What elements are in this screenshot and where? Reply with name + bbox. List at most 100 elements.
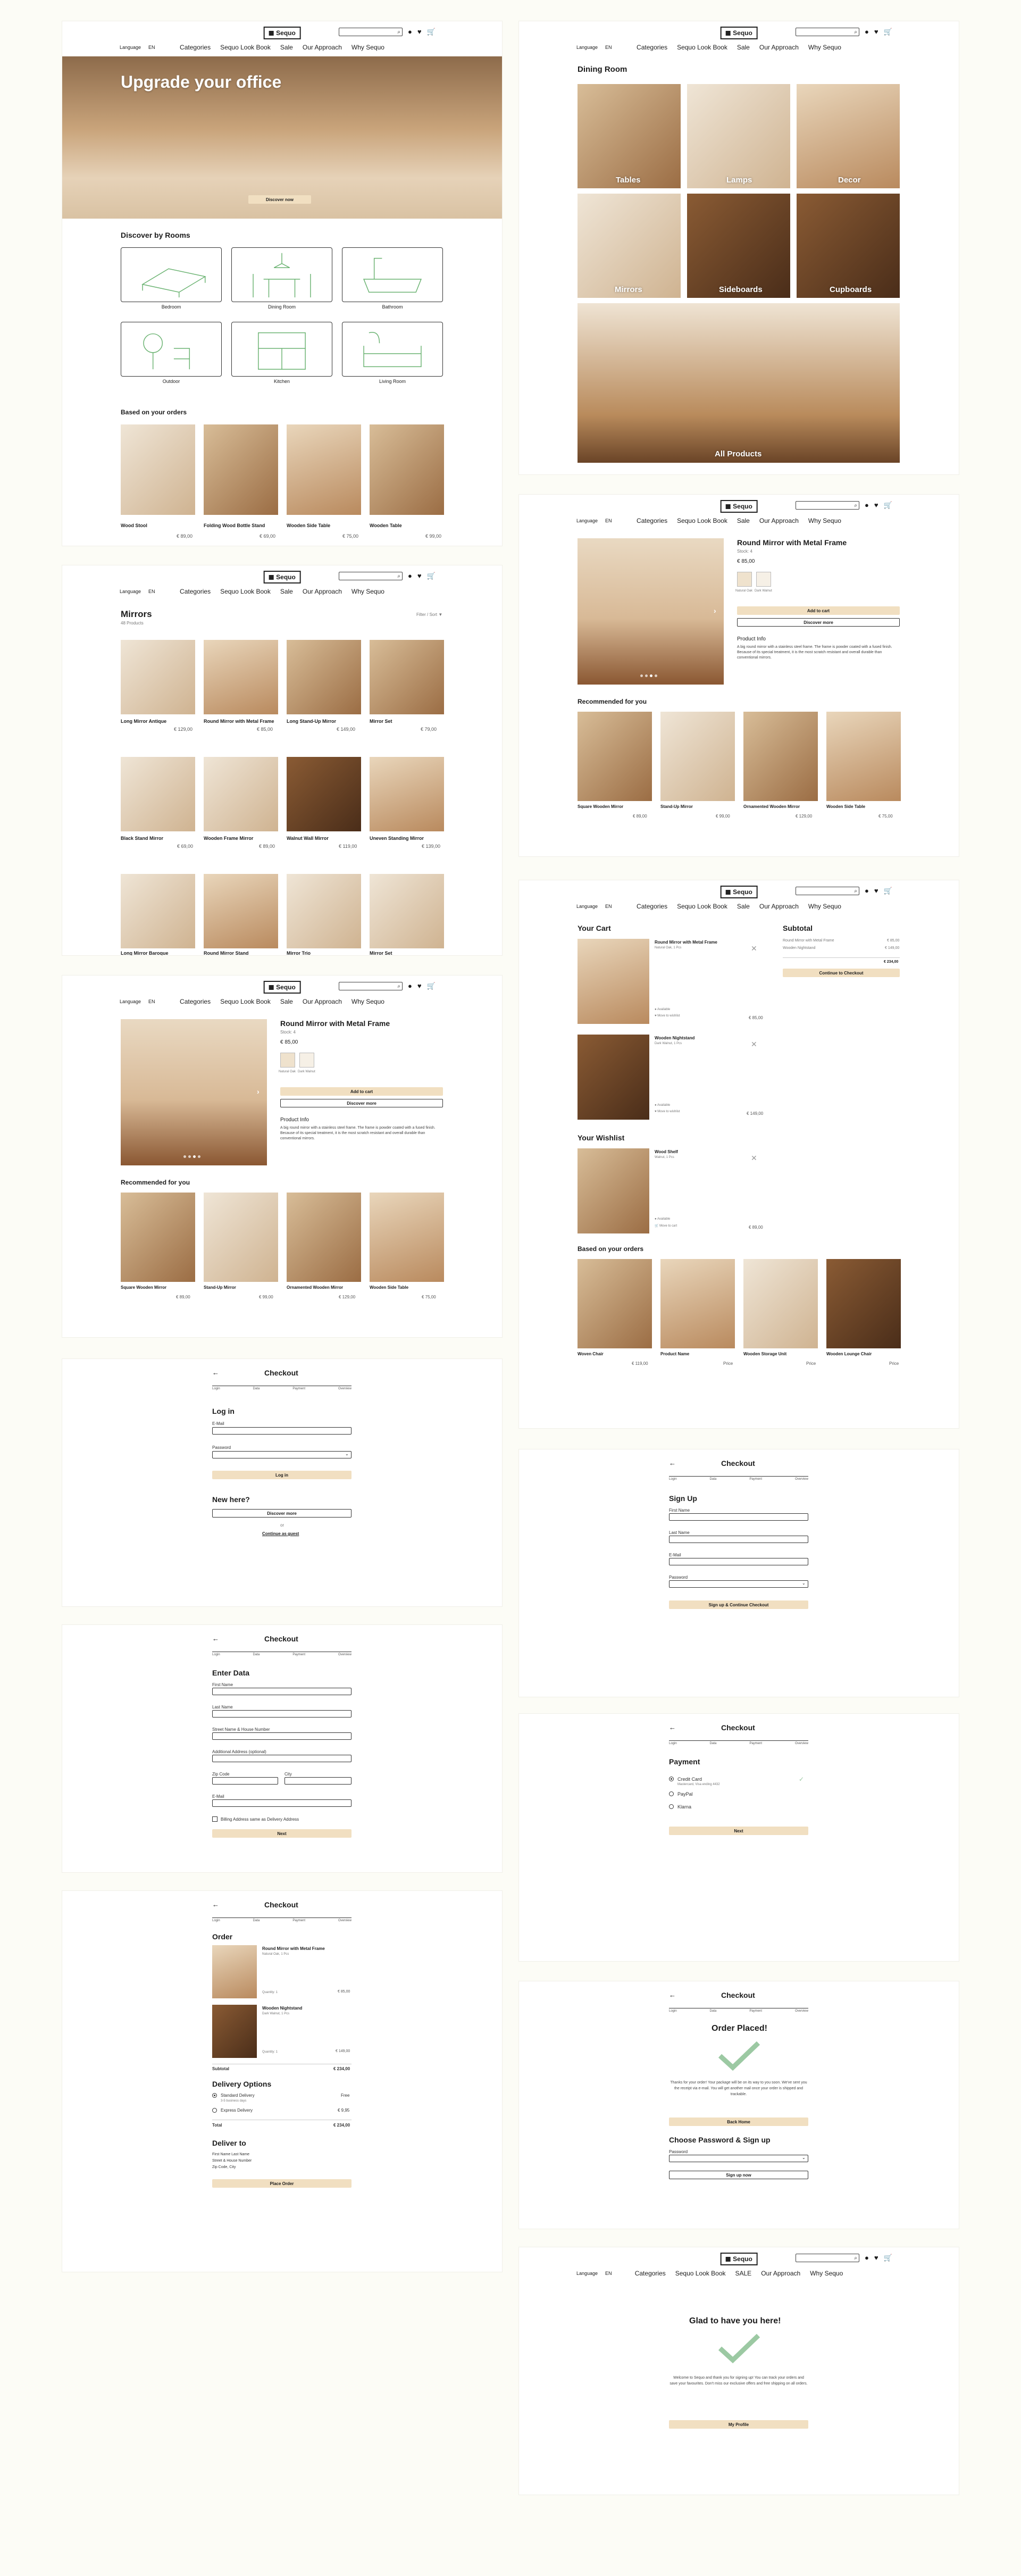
product-image[interactable] [743, 712, 818, 801]
nav-categories[interactable]: Categories [637, 903, 667, 910]
product-image[interactable] [287, 640, 361, 714]
place-order-button[interactable]: Place Order [212, 2179, 352, 2188]
search-input[interactable]: ⌕ [339, 572, 403, 580]
nav-approach[interactable]: Our Approach [303, 588, 342, 595]
variant-swatch[interactable] [756, 572, 771, 587]
variant-swatch[interactable] [280, 1053, 295, 1068]
product-name[interactable]: Round Mirror Stand [204, 951, 249, 955]
logo[interactable]: Sequo [263, 27, 301, 39]
cart-item-image[interactable] [578, 939, 649, 1024]
next-button[interactable]: Next [669, 1827, 808, 1835]
product-name[interactable]: Square Wooden Mirror [121, 1285, 166, 1290]
cart-icon[interactable]: 🛒 [427, 982, 436, 990]
category-tile-tables[interactable] [578, 84, 681, 188]
back-arrow-icon[interactable]: ← [669, 1723, 676, 1731]
discover-more-button[interactable]: Discover more [737, 618, 900, 627]
product-image[interactable] [660, 1259, 735, 1348]
remove-icon[interactable]: ✕ [751, 1154, 757, 1163]
product-image[interactable] [204, 757, 278, 831]
product-image[interactable] [370, 640, 444, 714]
category-tile-decor[interactable] [797, 84, 900, 188]
product-image[interactable] [204, 640, 278, 714]
cart-item-name[interactable]: Wooden Nightstand [655, 1036, 694, 1040]
product-image[interactable] [204, 424, 278, 515]
product-image[interactable] [826, 1259, 901, 1348]
product-image[interactable] [287, 424, 361, 515]
language-selector[interactable]: Language EN [120, 45, 155, 50]
add-to-cart-button[interactable]: Add to cart [280, 1087, 443, 1096]
back-arrow-icon[interactable]: ← [212, 1635, 219, 1643]
cart-icon[interactable]: 🛒 [427, 572, 436, 580]
zip-field[interactable] [212, 1777, 278, 1785]
nav-sale[interactable]: Sale [737, 44, 750, 51]
city-field[interactable] [284, 1777, 352, 1785]
nav-sale[interactable]: Sale [280, 44, 293, 51]
nav-why[interactable]: Why Sequo [808, 903, 841, 910]
nav-look-book[interactable]: Sequo Look Book [220, 998, 271, 1005]
search-icon[interactable]: ⌕ [854, 29, 857, 35]
search-icon[interactable]: ⌕ [854, 503, 857, 508]
nav-approach[interactable]: Our Approach [303, 998, 342, 1005]
search-input[interactable]: ⌕ [339, 982, 403, 990]
language-selector[interactable]: Language EN [576, 518, 612, 523]
email-field[interactable] [212, 1799, 352, 1807]
nav-sale[interactable]: SALE [735, 2270, 752, 2277]
nav-why[interactable]: Why Sequo [808, 517, 841, 524]
cart-icon[interactable]: 🛒 [884, 28, 892, 36]
nav-categories[interactable]: Categories [635, 2270, 666, 2277]
product-image[interactable] [121, 874, 195, 948]
continue-as-guest-link[interactable]: Continue as guest [262, 1531, 299, 1536]
product-image[interactable] [287, 874, 361, 948]
user-icon[interactable]: ● [865, 2254, 869, 2262]
product-image[interactable] [121, 1193, 195, 1282]
user-icon[interactable]: ● [408, 572, 412, 580]
nav-categories[interactable]: Categories [180, 998, 211, 1005]
room-bedroom-card[interactable] [121, 247, 222, 302]
gallery-dots[interactable] [640, 674, 657, 677]
product-image[interactable] [121, 757, 195, 831]
logo[interactable]: Sequo [720, 2253, 758, 2265]
nav-look-book[interactable]: Sequo Look Book [675, 2270, 726, 2277]
cart-icon[interactable]: 🛒 [884, 2254, 892, 2262]
user-icon[interactable]: ● [865, 28, 869, 36]
wishlist-item-image[interactable] [578, 1148, 649, 1233]
product-image[interactable] [578, 712, 652, 801]
product-name[interactable]: Square Wooden Mirror [578, 804, 623, 809]
language-selector[interactable]: Language EN [576, 2271, 612, 2276]
standard-delivery-radio[interactable] [212, 2093, 217, 2098]
search-input[interactable]: ⌕ [796, 887, 859, 895]
product-name[interactable]: Stand-Up Mirror [660, 804, 693, 809]
nav-look-book[interactable]: Sequo Look Book [677, 517, 727, 524]
nav-approach[interactable]: Our Approach [759, 517, 799, 524]
heart-icon[interactable]: ♥ [417, 28, 422, 36]
nav-look-book[interactable]: Sequo Look Book [677, 903, 727, 910]
nav-sale[interactable]: Sale [280, 998, 293, 1005]
hero-discover-button[interactable]: Discover now [248, 195, 311, 204]
language-selector[interactable]: Language EN [576, 904, 612, 909]
category-tile-cupboards[interactable] [797, 194, 900, 298]
logo[interactable]: Sequo [263, 571, 301, 583]
nav-approach[interactable]: Our Approach [303, 44, 342, 51]
product-name[interactable]: Wooden Storage Unit [743, 1352, 786, 1356]
remove-icon[interactable]: ✕ [751, 944, 757, 953]
express-delivery-radio[interactable] [212, 2108, 217, 2113]
nav-approach[interactable]: Our Approach [759, 44, 799, 51]
chevron-down-icon[interactable]: ⌄ [802, 1581, 806, 1586]
nav-categories[interactable]: Categories [637, 44, 667, 51]
login-button[interactable]: Log in [212, 1471, 352, 1479]
product-name[interactable]: Black Stand Mirror [121, 836, 163, 841]
search-icon[interactable]: ⌕ [397, 573, 400, 579]
search-input[interactable]: ⌕ [796, 501, 859, 510]
product-name[interactable]: Mirror Set [370, 719, 392, 724]
nav-look-book[interactable]: Sequo Look Book [220, 588, 271, 595]
first-name-field[interactable] [669, 1513, 808, 1521]
product-image[interactable] [204, 1193, 278, 1282]
logo[interactable]: Sequo [263, 981, 301, 994]
additional-address-field[interactable] [212, 1755, 352, 1762]
language-selector[interactable]: Language EN [120, 589, 155, 594]
chevron-down-icon[interactable]: ⌄ [345, 1452, 349, 1456]
heart-icon[interactable]: ♥ [417, 572, 422, 580]
add-to-cart-button[interactable]: Add to cart [737, 606, 900, 615]
my-profile-button[interactable]: My Profile [669, 2420, 808, 2429]
product-image[interactable] [370, 757, 444, 831]
